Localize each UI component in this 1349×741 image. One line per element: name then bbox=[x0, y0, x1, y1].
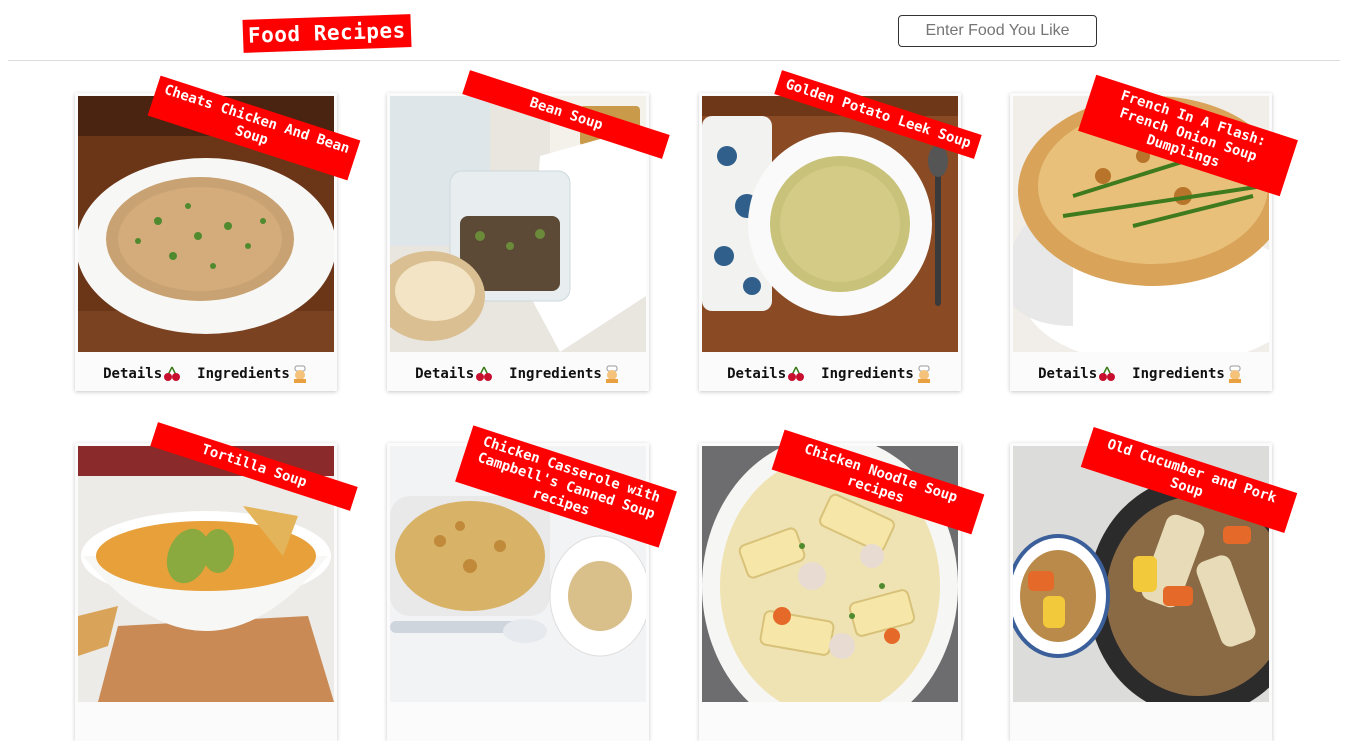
ingredients-label: Ingredients bbox=[197, 366, 290, 382]
ingredients-button[interactable]: Ingredients bbox=[821, 364, 933, 384]
header: Food Recipes bbox=[0, 0, 1349, 61]
recipe-card: Chicken Noodle Soup recipes bbox=[699, 429, 985, 741]
details-label: Details bbox=[103, 366, 163, 382]
recipe-actions: Details Ingredients bbox=[1010, 364, 1272, 384]
recipe-actions: Details Ingredients bbox=[699, 364, 961, 384]
details-label: Details bbox=[415, 366, 475, 382]
recipe-card: Old Cucumber and Pork Soup bbox=[1010, 426, 1298, 741]
chef-icon bbox=[1228, 365, 1241, 383]
ingredients-button[interactable]: Ingredients bbox=[1132, 364, 1244, 384]
details-button[interactable]: Details bbox=[103, 364, 181, 384]
details-button[interactable]: Details bbox=[727, 364, 805, 384]
chef-icon bbox=[293, 365, 306, 383]
cherries-icon bbox=[476, 366, 493, 381]
recipe-card: Bean Soup Details Ingredients bbox=[387, 70, 670, 391]
recipe-actions: Details Ingredients bbox=[75, 364, 337, 384]
details-label: Details bbox=[1038, 366, 1098, 382]
cherries-icon bbox=[1099, 366, 1116, 381]
recipe-actions: Details Ingredients bbox=[387, 364, 649, 384]
search-input[interactable] bbox=[898, 15, 1097, 47]
app-logo[interactable]: Food Recipes bbox=[242, 14, 412, 53]
details-label: Details bbox=[727, 366, 787, 382]
recipe-card: French In A Flash: French Onion Soup Dum… bbox=[1010, 74, 1298, 391]
chef-icon bbox=[917, 365, 930, 383]
ingredients-label: Ingredients bbox=[509, 366, 602, 382]
details-button[interactable]: Details bbox=[1038, 364, 1116, 384]
header-divider bbox=[8, 60, 1340, 61]
ingredients-button[interactable]: Ingredients bbox=[509, 364, 621, 384]
details-button[interactable]: Details bbox=[415, 364, 493, 384]
ingredients-label: Ingredients bbox=[1132, 366, 1225, 382]
recipe-card: Tortilla Soup bbox=[75, 422, 358, 741]
recipe-card: Golden Potato Leek Soup Details Ingredie… bbox=[699, 70, 982, 391]
recipe-card: Cheats Chicken And Bean Soup Details Ing… bbox=[75, 75, 361, 391]
chef-icon bbox=[605, 365, 618, 383]
ingredients-label: Ingredients bbox=[821, 366, 914, 382]
recipe-card: Chicken Casserole with Campbell's Canned… bbox=[387, 425, 677, 741]
cherries-icon bbox=[164, 366, 181, 381]
ingredients-button[interactable]: Ingredients bbox=[197, 364, 309, 384]
cherries-icon bbox=[788, 366, 805, 381]
